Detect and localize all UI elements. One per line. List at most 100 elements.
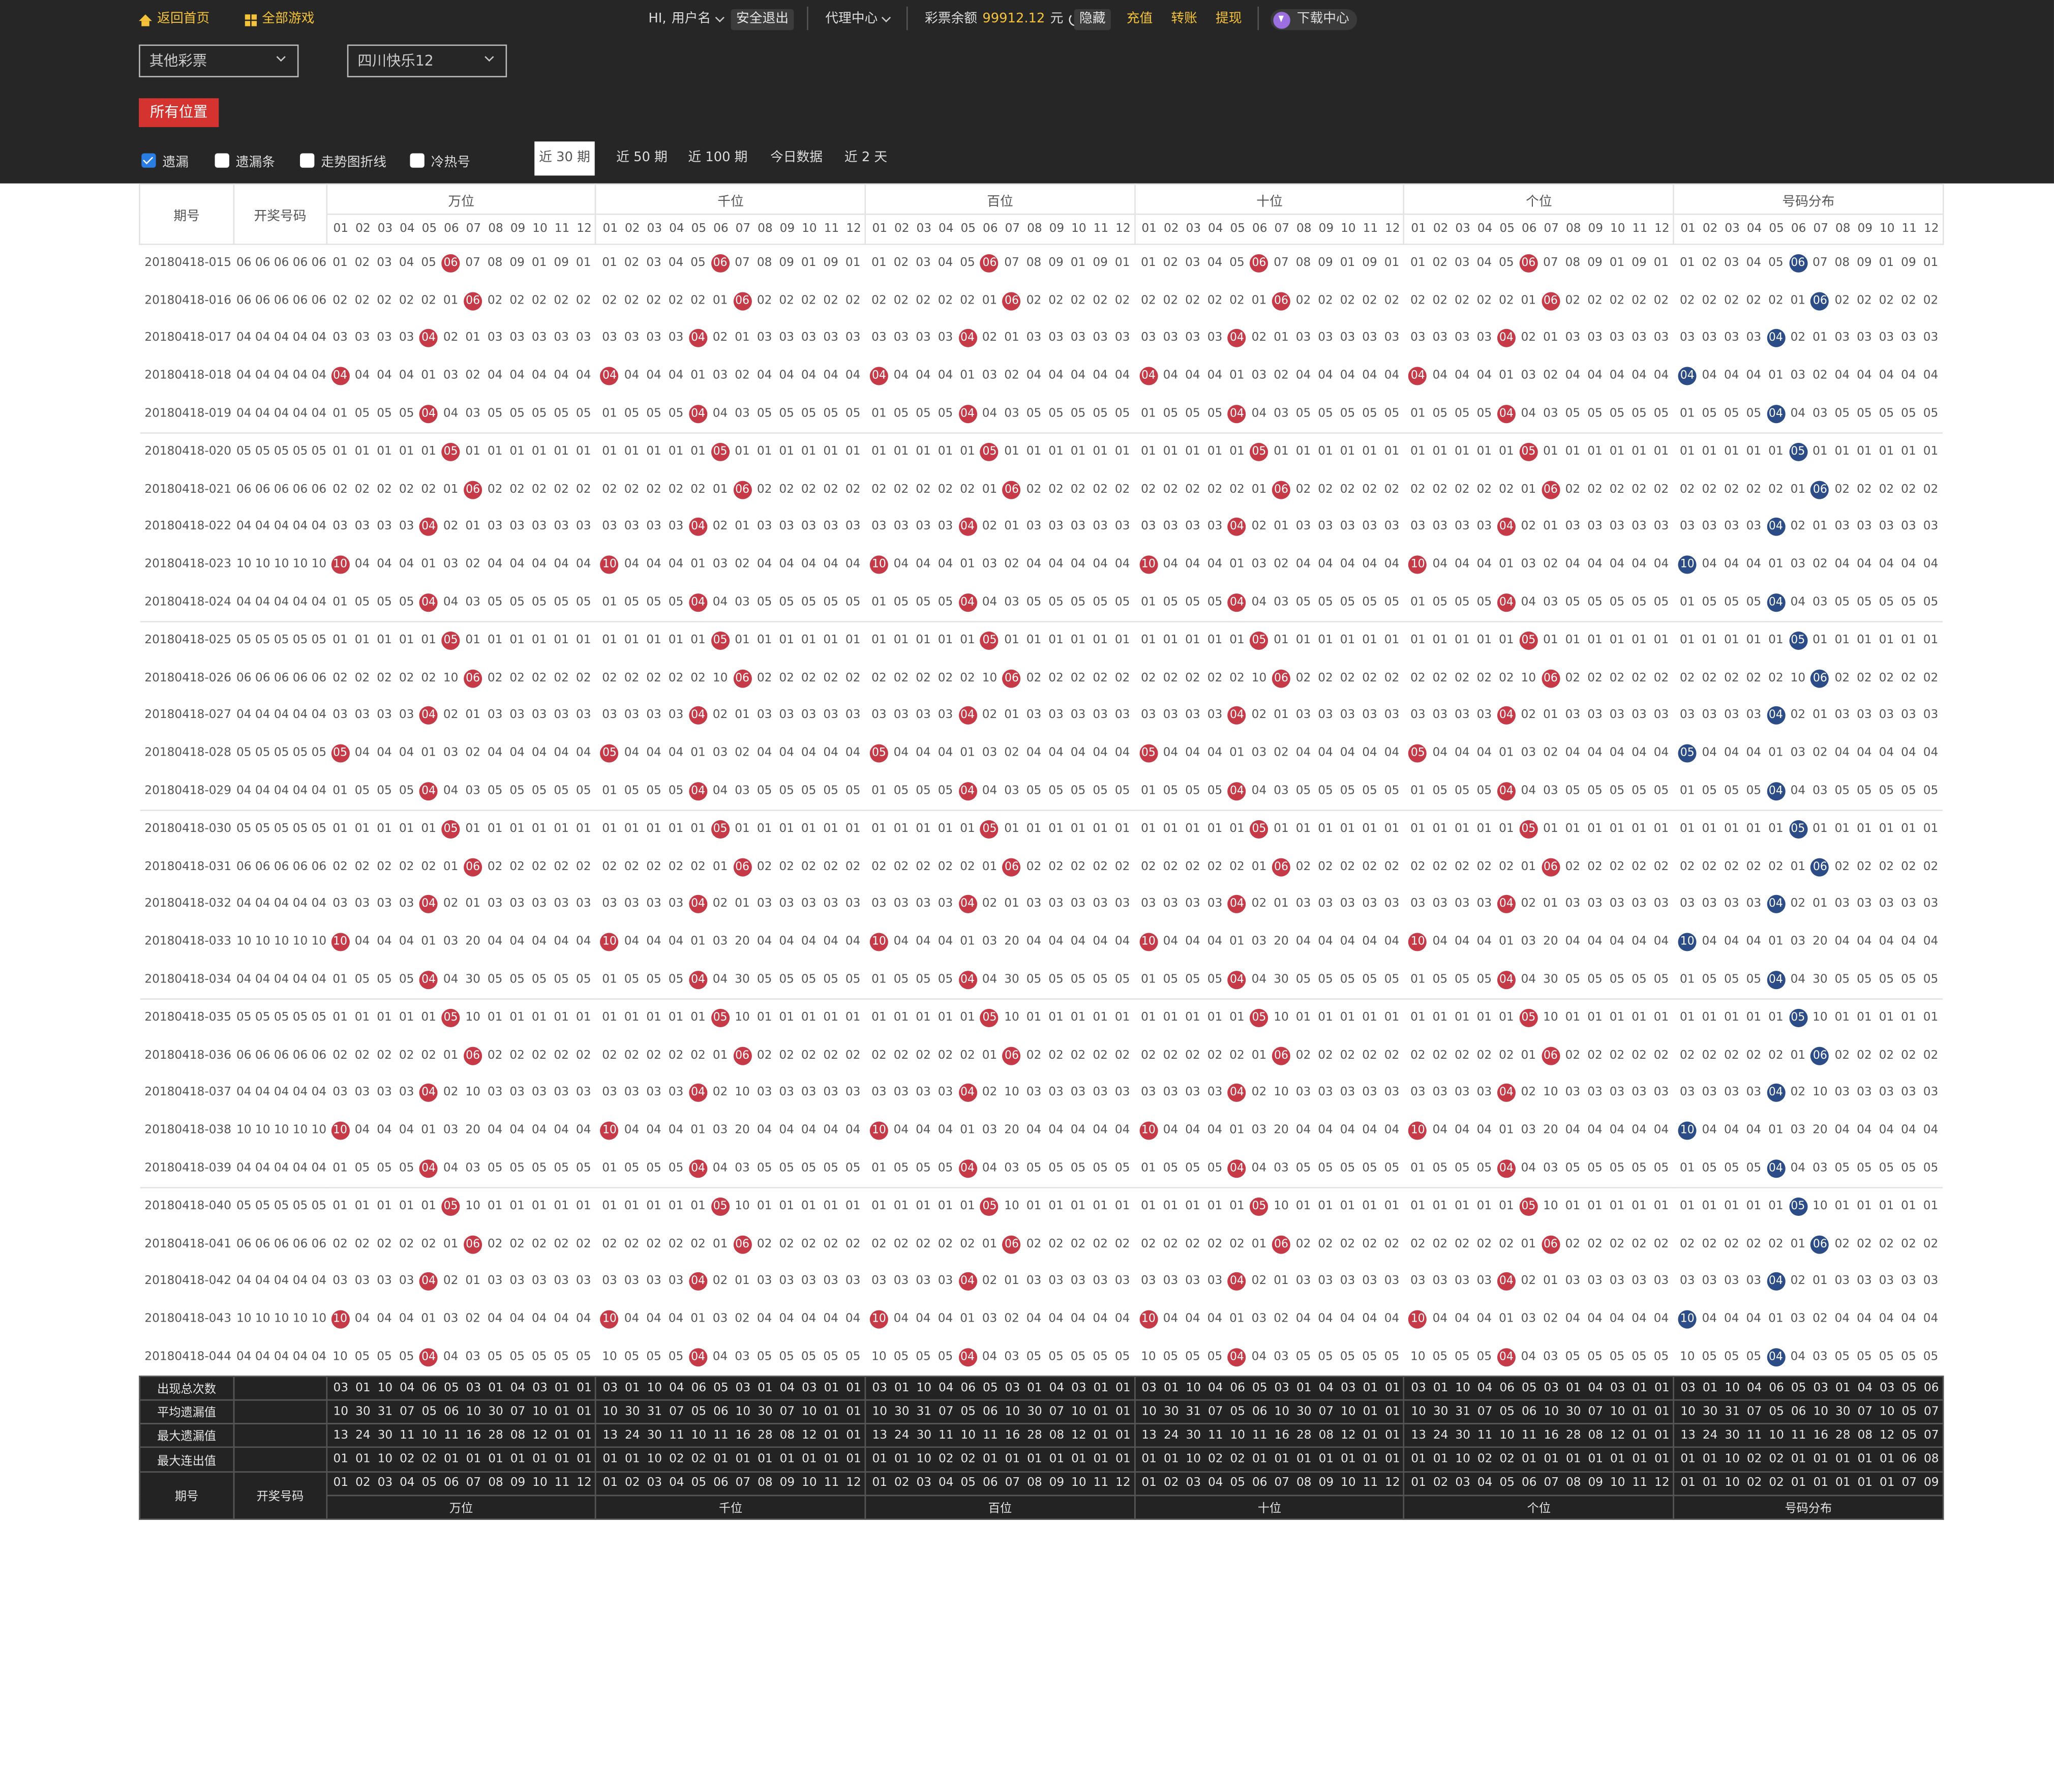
missing-value: 03 [554, 1087, 569, 1100]
user-menu[interactable]: HI, 用户名 [648, 11, 724, 29]
stat-value: 01 [1049, 1453, 1065, 1467]
missing-value: 02 [1521, 332, 1536, 345]
missing-value: 03 [1653, 332, 1669, 345]
download-center-button[interactable]: 下载中心 [1271, 9, 1357, 31]
category-select[interactable]: 其他彩票 [139, 44, 299, 78]
position-cell: 10 04 04 04 01 03 20 04 04 04 04 04 [1135, 1112, 1404, 1150]
missing-value: 03 [487, 898, 503, 911]
missing-value: 05 [1295, 784, 1311, 798]
missing-value: 05 [1901, 407, 1916, 421]
checkbox-missing[interactable]: 遗漏 [141, 151, 189, 170]
missing-value: 02 [646, 483, 661, 496]
number-label: 04 [939, 1477, 954, 1490]
hide-balance-button[interactable]: 隐藏 [1074, 9, 1111, 31]
missing-value: 04 [1070, 1313, 1086, 1326]
range-30[interactable]: 近 30 期 [534, 141, 595, 176]
missing-value: 03 [1004, 1350, 1019, 1364]
missing-value: 02 [646, 671, 661, 685]
missing-value: 04 [1384, 1124, 1400, 1138]
missing-value: 04 [1026, 936, 1042, 949]
checkbox-box[interactable] [300, 153, 315, 168]
missing-value: 02 [1432, 860, 1448, 874]
missing-value: 03 [1185, 332, 1200, 345]
withdraw-link[interactable]: 提现 [1216, 11, 1242, 29]
logout-button[interactable]: 安全退出 [731, 9, 794, 31]
all-positions-button[interactable]: 所有位置 [139, 98, 219, 127]
missing-value: 04 [1093, 1124, 1108, 1138]
missing-value: 03 [354, 1275, 370, 1289]
home-link[interactable]: 返回首页 [139, 11, 209, 29]
missing-value: 02 [1410, 483, 1426, 496]
stat-label: 最大遗漏值 [139, 1423, 235, 1449]
checkbox-box[interactable] [410, 153, 425, 168]
draw-ball: 06 [1810, 291, 1829, 310]
missing-value: 02 [893, 1237, 909, 1251]
missing-value: 01 [1879, 634, 1894, 648]
stat-cell: 03 01 10 04 06 05 03 01 04 03 01 01 [864, 1376, 1136, 1401]
range-2days[interactable]: 近 2 天 [838, 141, 893, 175]
missing-value: 02 [757, 860, 772, 874]
missing-value: 02 [916, 860, 931, 874]
table-row: 20180418-018 04 04 04 04 04 04 04 04 04 01 03 02… [139, 357, 1943, 395]
checkbox-hot-cold[interactable]: 冷热号 [410, 151, 470, 170]
missing-value: 05 [1163, 1350, 1179, 1364]
position-cell: 02 02 02 02 02 01 06 02 02 02 02 02 [326, 471, 596, 509]
missing-value: 04 [1923, 936, 1939, 949]
missing-value: 01 [646, 1200, 661, 1213]
missing-value: 02 [1565, 483, 1581, 496]
draw-ball: 05 [980, 1198, 999, 1216]
missing-value: 03 [845, 1087, 861, 1100]
missing-value: 01 [1410, 823, 1426, 837]
missing-value: 01 [1499, 445, 1514, 459]
missing-value: 01 [1901, 634, 1916, 648]
game-select[interactable]: 四川快乐12 [347, 44, 507, 78]
missing-value: 02 [1432, 671, 1448, 685]
table-row: 20180418-032 04 04 04 04 04 03 03 03 03 04 02 01… [139, 886, 1943, 923]
recharge-link[interactable]: 充值 [1127, 11, 1153, 29]
missing-value: 03 [1432, 521, 1448, 534]
missing-value: 01 [1410, 407, 1426, 421]
checkbox-box[interactable] [215, 153, 229, 168]
stat-cell: 01 01 10 02 02 01 01 01 01 01 06 08 [1673, 1447, 1944, 1473]
missing-value: 03 [1565, 1087, 1581, 1100]
missing-value: 02 [938, 483, 953, 496]
missing-value: 01 [509, 1200, 525, 1213]
stat-value: 10 [1680, 1405, 1696, 1419]
missing-value: 03 [1114, 332, 1130, 345]
missing-value: 05 [1653, 595, 1669, 609]
range-50[interactable]: 近 50 期 [609, 141, 675, 175]
missing-value: 03 [487, 521, 503, 534]
missing-value: 02 [1790, 332, 1806, 345]
missing-value: 04 [554, 747, 569, 761]
missing-value: 03 [1410, 898, 1426, 911]
missing-value: 03 [1048, 898, 1064, 911]
missing-value: 02 [1768, 671, 1784, 685]
missing-value: 01 [1499, 370, 1514, 383]
transfer-link[interactable]: 转账 [1171, 11, 1197, 29]
missing-value: 01 [1455, 445, 1470, 459]
missing-value: 03 [1680, 1087, 1695, 1100]
missing-value: 01 [712, 1237, 728, 1251]
missing-value: 02 [1746, 860, 1762, 874]
range-today[interactable]: 今日数据 [763, 141, 831, 175]
footer-group-row: 万位 千位 百位 十位 个位 号码分布 [139, 1495, 1944, 1520]
number-header: 01 02 03 04 05 06 07 08 09 10 11 12 [1673, 213, 1944, 245]
table-row: 20180418-044 04 04 04 04 04 10 05 05 05 04 04 03… [139, 1338, 1943, 1376]
all-games-link[interactable]: 全部游戏 [245, 11, 314, 29]
checkbox-trend-line[interactable]: 走势图折线 [300, 151, 386, 170]
stat-value: 30 [1455, 1429, 1470, 1443]
range-100[interactable]: 近 100 期 [684, 141, 752, 175]
missing-value: 01 [576, 1011, 591, 1025]
missing-value: 01 [1141, 1011, 1156, 1025]
missing-value: 04 [646, 1313, 661, 1326]
missing-value: 05 [1185, 407, 1200, 421]
agent-center-menu[interactable]: 代理中心 [825, 11, 891, 29]
missing-value: 03 [1362, 898, 1377, 911]
missing-value: 04 [1609, 936, 1625, 949]
checkbox-missing-bar[interactable]: 遗漏条 [215, 151, 275, 170]
missing-value: 02 [1746, 1049, 1762, 1062]
missing-value: 02 [893, 257, 909, 271]
checkbox-box[interactable] [141, 153, 156, 168]
position-cell: 02 02 02 02 02 01 06 02 02 02 02 02 [326, 1037, 596, 1074]
draw-ball: 05 [711, 632, 730, 650]
